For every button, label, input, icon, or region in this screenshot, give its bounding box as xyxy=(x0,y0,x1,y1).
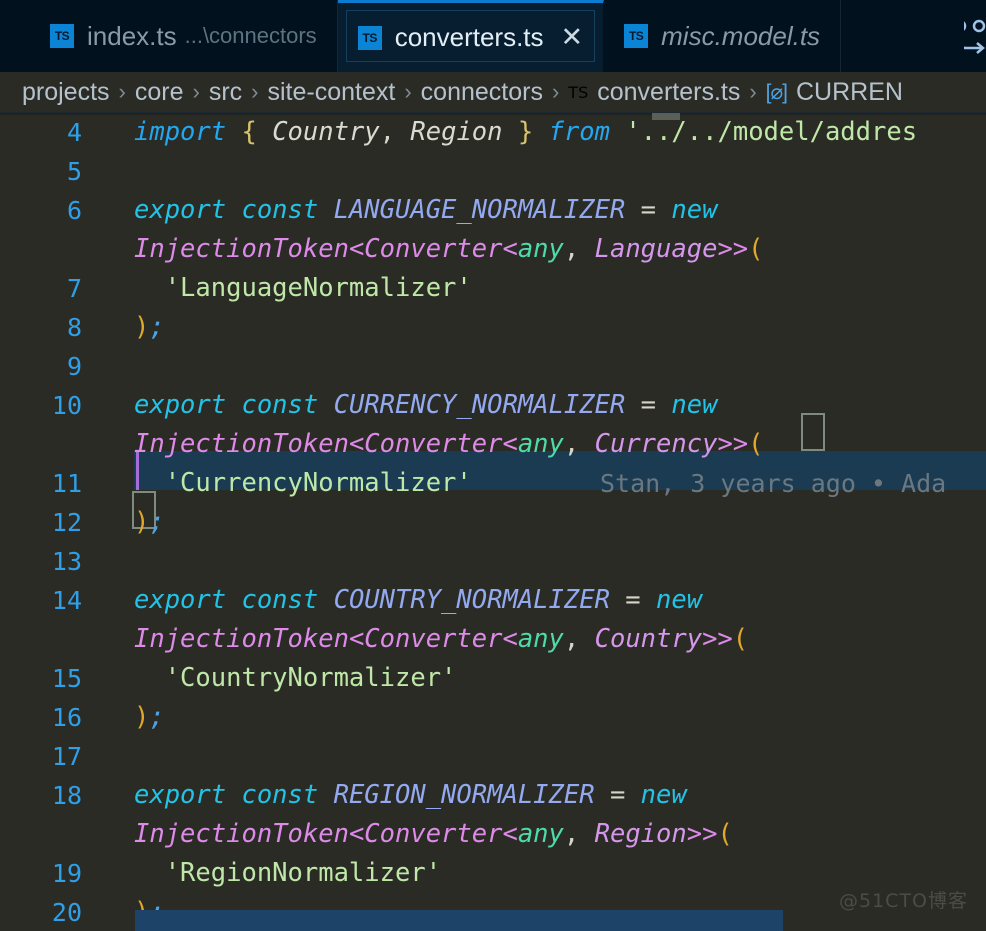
chevron-right-icon: › xyxy=(404,79,412,104)
line-number-blank xyxy=(0,425,88,464)
line-content: export const COUNTRY_NORMALIZER = new xyxy=(134,585,703,615)
line-content: InjectionToken<Converter<any, Region>>( xyxy=(134,819,733,849)
git-blame-annotation[interactable]: Stan, 3 years ago • Ada xyxy=(600,464,946,503)
line-content: 'LanguageNormalizer' xyxy=(134,273,472,303)
split-editor-icon[interactable] xyxy=(964,18,986,54)
line-number-blank xyxy=(0,815,88,854)
tab-label: index.ts xyxy=(87,20,177,51)
editor-tab-bar: TS index.ts ...\connectors TS converters… xyxy=(0,0,986,72)
line-number-blank xyxy=(0,620,88,659)
line-content: export const REGION_NORMALIZER = new xyxy=(134,780,687,810)
line-content: import { Country, Region } from '../../m… xyxy=(134,117,918,147)
line-number[interactable]: 11 xyxy=(0,464,88,503)
line-content: ); xyxy=(134,702,165,732)
chevron-right-icon: › xyxy=(118,79,126,104)
line-content: InjectionToken<Converter<any, Currency>>… xyxy=(134,429,764,459)
line-content: export const CURRENCY_NORMALIZER = new xyxy=(134,390,718,420)
code-editor[interactable]: 4 import { Country, Region } from '../..… xyxy=(0,112,986,931)
breadcrumb-item-connectors[interactable]: connectors xyxy=(421,78,543,107)
breadcrumb: projects › core › src › site-context › c… xyxy=(0,72,986,112)
chevron-right-icon: › xyxy=(749,79,757,104)
line-number[interactable]: 12 xyxy=(0,503,88,542)
tab-converters-ts[interactable]: TS converters.ts ✕ xyxy=(337,0,605,72)
line-content: ); xyxy=(134,312,165,342)
line-content: export const LANGUAGE_NORMALIZER = new xyxy=(134,195,718,225)
line-content: ); xyxy=(134,507,165,537)
line-number[interactable]: 10 xyxy=(0,386,88,425)
line-number[interactable]: 7 xyxy=(0,269,88,308)
line-number[interactable]: 8 xyxy=(0,308,88,347)
tab-misc-model-ts[interactable]: TS misc.model.ts xyxy=(604,0,842,72)
line-number[interactable]: 14 xyxy=(0,581,88,620)
breadcrumb-item-converters-ts[interactable]: converters.ts xyxy=(597,78,740,107)
breadcrumb-item-core[interactable]: core xyxy=(135,78,184,107)
chevron-right-icon: › xyxy=(192,79,200,104)
chevron-right-icon: › xyxy=(551,79,560,104)
line-content: 'CountryNormalizer' xyxy=(134,663,457,693)
tab-label: misc.model.ts xyxy=(661,20,821,51)
line-number[interactable]: 6 xyxy=(0,191,88,230)
line-content: 'CurrencyNormalizer' xyxy=(134,468,472,498)
tab-bar-left-spacer xyxy=(0,0,30,72)
line-content: InjectionToken<Converter<any, Country>>( xyxy=(134,624,749,654)
line-content: InjectionToken<Converter<any, Language>>… xyxy=(134,234,764,264)
breadcrumb-item-symbol[interactable]: CURREN xyxy=(796,78,903,107)
line-number[interactable]: 19 xyxy=(0,854,88,893)
line-number[interactable]: 16 xyxy=(0,698,88,737)
line-number[interactable]: 20 xyxy=(0,893,88,931)
line-number-blank xyxy=(0,230,88,269)
line-number[interactable]: 9 xyxy=(0,347,88,386)
breadcrumb-item-site-context[interactable]: site-context xyxy=(268,78,396,107)
line-number[interactable]: 18 xyxy=(0,776,88,815)
chevron-right-icon: › xyxy=(251,79,259,104)
line-number[interactable]: 17 xyxy=(0,737,88,776)
tab-index-ts[interactable]: TS index.ts ...\connectors xyxy=(30,0,338,72)
tab-bar-actions xyxy=(964,0,986,72)
tab-description: ...\connectors xyxy=(184,23,317,48)
typescript-file-icon: TS xyxy=(624,24,649,48)
typescript-file-icon: TS xyxy=(357,25,382,50)
line-number[interactable]: 13 xyxy=(0,542,88,581)
close-icon[interactable]: ✕ xyxy=(561,24,584,51)
typescript-file-icon: TS xyxy=(568,82,589,102)
vscode-window: TS index.ts ...\connectors TS converters… xyxy=(0,0,986,931)
line-number[interactable]: 4 xyxy=(0,113,88,152)
text-selection xyxy=(135,910,783,931)
matching-bracket-open xyxy=(801,413,825,451)
breadcrumb-item-projects[interactable]: projects xyxy=(22,78,110,107)
tab-label: converters.ts xyxy=(394,22,544,52)
typescript-file-icon: TS xyxy=(50,24,74,48)
line-content: 'RegionNormalizer' xyxy=(134,858,442,888)
line-number[interactable]: 15 xyxy=(0,659,88,698)
breadcrumb-item-src[interactable]: src xyxy=(209,78,242,107)
symbol-variable-icon: [⌀] xyxy=(765,80,788,104)
line-number[interactable]: 5 xyxy=(0,152,88,191)
